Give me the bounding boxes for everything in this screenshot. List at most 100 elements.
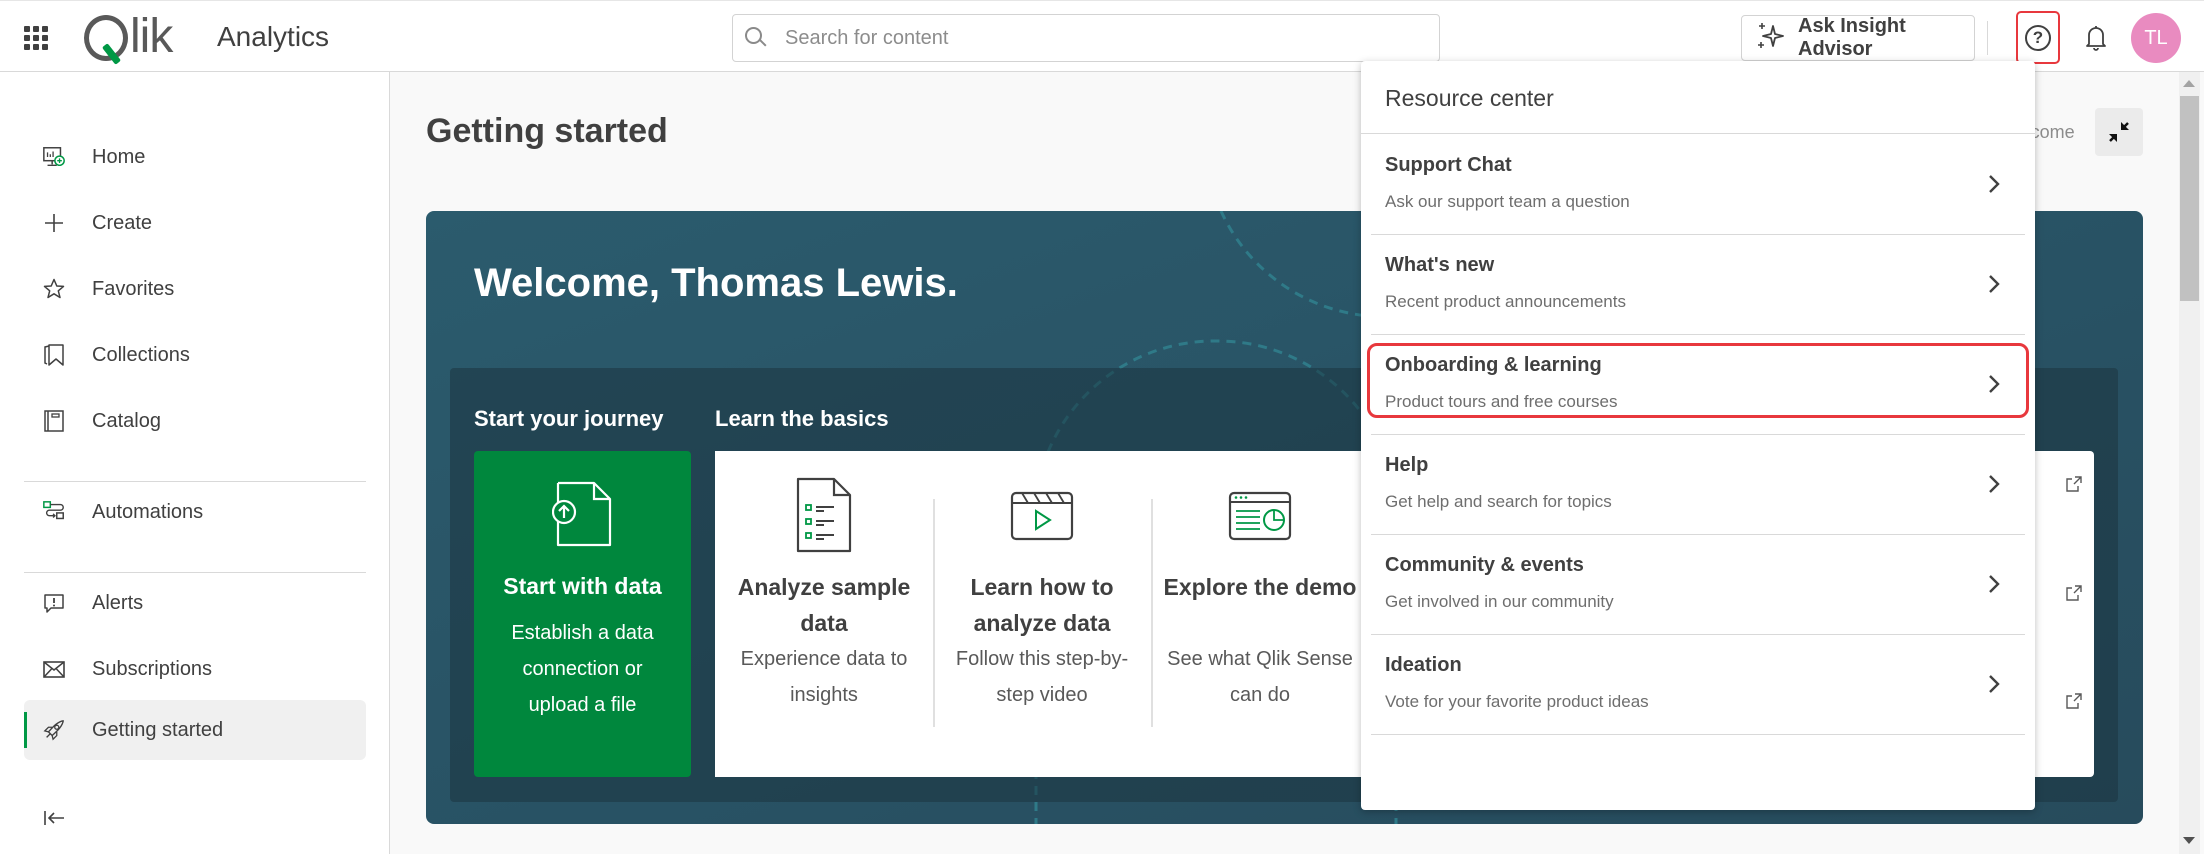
collapse-left-icon[interactable] [42,806,66,830]
sparkle-icon [1756,21,1786,56]
resource-item-subtitle: Ask our support team a question [1385,192,1630,211]
analyze-sample-data-card[interactable]: Analyze sample data Experience data to i… [715,451,933,777]
page-scrollbar[interactable] [2179,72,2200,854]
sidebar-item-collections[interactable]: Collections [24,326,366,384]
analyze-sample-data-description: Experience data to insights [740,648,908,706]
alert-icon [42,591,66,615]
resource-item-subtitle: Vote for your favorite product ideas [1385,692,1649,711]
search-icon [745,27,767,49]
dashboard-browser-icon [1228,491,1292,541]
sidebar-item-automations[interactable]: Automations [24,483,366,541]
sidebar-item-label: Alerts [92,591,144,614]
app-launcher-grid-icon[interactable] [24,26,48,50]
qlik-logo[interactable]: lik [84,9,173,65]
welcome-heading: Welcome, Thomas Lewis. [474,261,958,305]
external-link-icon[interactable] [2065,584,2083,602]
chevron-right-icon [1989,275,2000,293]
resource-center-title: Resource center [1385,85,1554,111]
catalog-icon [42,409,66,433]
ask-insight-advisor-label: Ask Insight Advisor [1798,15,1906,60]
learn-analyze-data-title: Learn how to analyze data [970,574,1114,636]
page-title: Getting started [426,112,668,150]
resource-item-title: Support Chat [1385,154,1512,176]
resource-item-title: Onboarding & learning [1385,354,1602,376]
resource-item-ideation[interactable]: Ideation Vote for your favorite product … [1371,634,2025,735]
resource-item-subtitle: Get involved in our community [1385,592,1614,611]
explore-demo-title: Explore the demo [1163,574,1357,600]
app-name: Analytics [217,21,330,52]
resource-item-title: Help [1385,454,1429,476]
sidebar: Home Create Favorites Collections Catalo… [0,72,390,854]
resource-item-subtitle: Product tours and free courses [1385,392,1618,411]
scroll-down-arrow-icon[interactable] [2183,837,2195,844]
notifications-bell-icon[interactable] [2080,21,2112,53]
resource-item-whats-new[interactable]: What's new Recent product announcements [1371,234,2025,335]
qlik-logo-text: lik [130,10,173,63]
sidebar-item-getting-started[interactable]: Getting started [24,700,366,760]
user-avatar[interactable]: TL [2131,13,2181,63]
upload-file-icon [552,481,612,547]
envelope-icon [42,657,66,681]
home-monitor-icon [42,145,66,169]
chevron-right-icon [1989,375,2000,393]
sidebar-item-alerts[interactable]: Alerts [24,574,366,632]
tab-start-your-journey[interactable]: Start your journey [474,406,663,432]
sidebar-item-label: Create [92,211,153,234]
video-clapper-icon [1010,491,1074,541]
search-input[interactable] [785,26,1425,50]
chevron-right-icon [1989,575,2000,593]
sidebar-item-label: Collections [92,343,190,366]
resource-item-title: What's new [1385,254,1495,276]
resource-item-support-chat[interactable]: Support Chat Ask our support team a ques… [1371,134,2025,235]
sidebar-item-label: Automations [92,500,204,523]
start-with-data-description: Establish a data connection or upload a … [511,622,654,716]
header-divider [1987,21,1988,55]
minimize-arrows-icon [2109,122,2129,142]
resource-item-community-events[interactable]: Community & events Get involved in our c… [1371,534,2025,635]
qlik-logo-q-icon [84,13,128,65]
sidebar-item-label: Catalog [92,409,161,432]
chevron-right-icon [1989,675,2000,693]
ask-insight-advisor-button[interactable]: Ask Insight Advisor [1741,15,1975,61]
scroll-thumb[interactable] [2180,96,2199,301]
search-box[interactable] [732,14,1440,62]
explore-demo-description: See what Qlik Sense can do [1167,648,1353,706]
sidebar-divider [24,572,366,573]
plus-icon [42,211,66,235]
checklist-document-icon [796,477,852,553]
resource-item-subtitle: Get help and search for topics [1385,492,1612,511]
sidebar-item-home[interactable]: Home [24,128,366,186]
sidebar-item-catalog[interactable]: Catalog [24,392,366,450]
resource-item-help[interactable]: Help Get help and search for topics [1371,434,2025,535]
resource-item-onboarding-learning[interactable]: Onboarding & learning Product tours and … [1371,334,2025,435]
start-with-data-card[interactable]: Start with data Establish a data connect… [474,451,691,777]
sidebar-item-create[interactable]: Create [24,194,366,252]
resource-item-title: Community & events [1385,554,1584,576]
external-link-icon[interactable] [2065,475,2083,493]
sidebar-divider [24,481,366,482]
learn-analyze-data-card[interactable]: Learn how to analyze data Follow this st… [933,451,1151,777]
minimize-banner-button[interactable] [2095,108,2143,156]
bookmark-icon [42,343,66,367]
help-button[interactable]: ? [2016,11,2060,64]
chevron-right-icon [1989,175,2000,193]
sidebar-item-label: Favorites [92,277,175,300]
sidebar-item-subscriptions[interactable]: Subscriptions [24,640,366,698]
resource-item-subtitle: Recent product announcements [1385,292,1626,311]
sidebar-item-label: Subscriptions [92,657,213,680]
tab-learn-the-basics[interactable]: Learn the basics [715,406,889,432]
sidebar-item-label: Home [92,145,146,168]
rocket-icon [42,718,66,742]
scroll-up-arrow-icon[interactable] [2183,80,2195,87]
analyze-sample-data-title: Analyze sample data [737,574,911,636]
help-question-icon: ? [2025,24,2051,51]
explore-demo-card[interactable]: Explore the demo See what Qlik Sense can… [1151,451,1369,777]
start-with-data-title: Start with data [503,573,662,599]
resource-center-panel: Resource center Support Chat Ask our sup… [1361,61,2035,810]
sidebar-item-favorites[interactable]: Favorites [24,260,366,318]
resource-item-title: Ideation [1385,654,1462,676]
external-link-icon[interactable] [2065,692,2083,710]
star-icon [42,277,66,301]
automation-icon [42,500,66,524]
sidebar-item-label: Getting started [92,718,224,741]
